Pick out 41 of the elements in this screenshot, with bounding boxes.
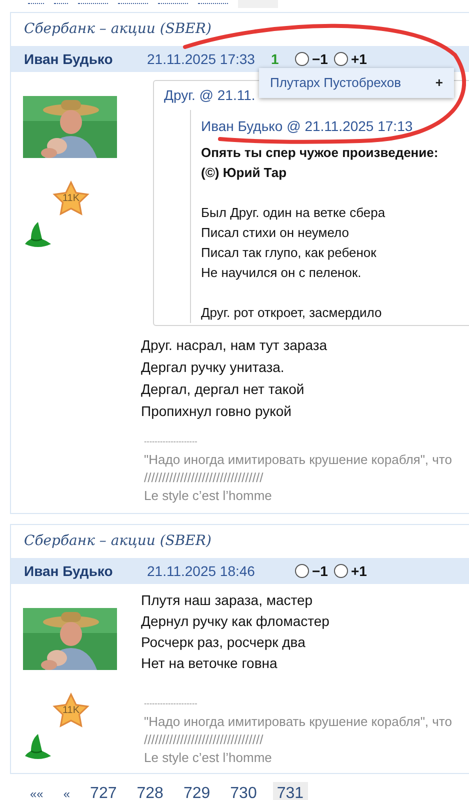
quote-line: Писал стихи он неумело	[201, 224, 349, 242]
post-line: Дергал ручку унитаза.	[141, 358, 284, 377]
quote-line: Опять ты спер чужое произведение:	[201, 144, 438, 162]
post-line: Пропихнул говно рукой	[141, 402, 292, 421]
signature-line: --------------------	[144, 698, 198, 710]
menu-item[interactable]: Плутарх Пустобрехов	[270, 73, 402, 93]
signature-line: /////////////////////////////////	[144, 469, 264, 487]
signature-line: Le style c’est l’homme	[144, 487, 272, 505]
quote-line: Друг. рот откроет, засмердило	[201, 304, 382, 322]
signature-line: "Надо иногда имитировать крушение корабля", что	[144, 713, 452, 731]
signature-line: Le style c’est l’homme	[144, 749, 272, 767]
forum-title[interactable]: Сбербанк – акции (SBER)	[24, 19, 212, 40]
forum-title[interactable]: Сбербанк – акции (SBER)	[24, 531, 212, 552]
quote-author[interactable]: Друг. @ 21.11.	[164, 85, 256, 106]
quote-line: (©) Юрий Тар	[201, 164, 287, 182]
post-date[interactable]: 21.11.2025 17:33	[147, 48, 271, 70]
signature-line: /////////////////////////////////	[144, 731, 264, 749]
quote-line: Не научился он с пеленок.	[201, 264, 362, 282]
author-name[interactable]: Иван Будько	[24, 48, 147, 70]
quote-author[interactable]: Иван Будько @ 21.11.2025 17:13	[201, 116, 413, 136]
signature-line: "Надо иногда имитировать крушение корабля", что	[144, 451, 452, 469]
wizard-hat-icon	[23, 732, 53, 760]
post-line: Нет на веточке говна	[141, 654, 278, 673]
signature-line: --------------------	[144, 436, 198, 448]
add-button[interactable]: +	[435, 73, 443, 93]
vote-radio[interactable]: +1	[334, 560, 367, 582]
vote-radio[interactable]: −1	[295, 560, 328, 582]
post-line: Дергал, дергал нет такой	[141, 380, 304, 399]
quote-line: Писал так глупо, как ребенок	[201, 244, 376, 262]
wizard-hat-icon	[23, 220, 53, 248]
star-badge: 11K	[52, 692, 90, 730]
post-line: Росчерк раз, росчерк два	[141, 633, 306, 652]
star-badge: 11K	[52, 180, 90, 218]
author-name[interactable]: Иван Будько	[24, 560, 147, 582]
post-line: Плутя наш зараза, мастер	[141, 591, 313, 610]
post-date[interactable]: 21.11.2025 18:46	[147, 560, 271, 582]
post-line: Дернул ручку как фломастер	[141, 612, 330, 631]
quote-line: Был Друг. один на ветке сбера	[201, 204, 386, 222]
page-link[interactable]: 731	[272, 782, 308, 800]
score: 1	[271, 50, 280, 68]
post-line: Друг. насрал, нам тут зараза	[141, 336, 328, 355]
